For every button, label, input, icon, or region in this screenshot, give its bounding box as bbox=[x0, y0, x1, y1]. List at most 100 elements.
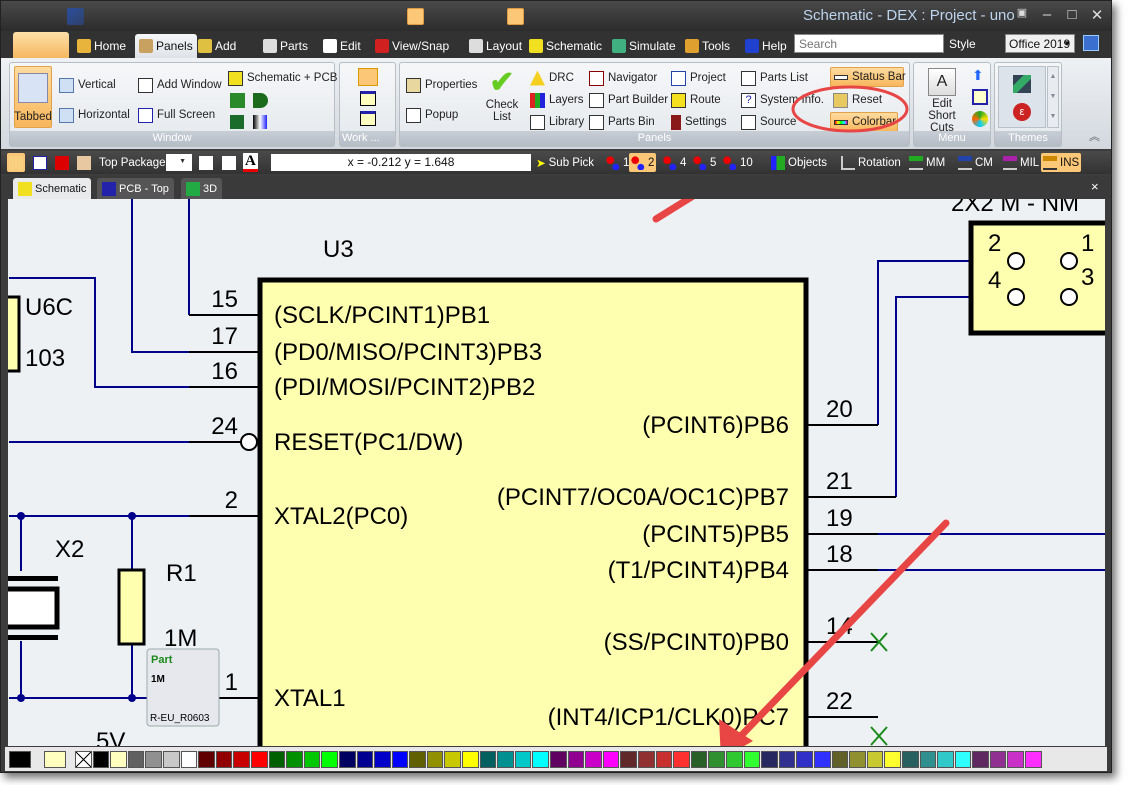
tab-help[interactable]: Help bbox=[741, 34, 791, 58]
color-swatch[interactable] bbox=[708, 750, 725, 768]
quick-access-icon[interactable] bbox=[287, 8, 304, 25]
tabbed-button[interactable]: Tabbed bbox=[14, 66, 52, 128]
system-info-button[interactable]: ? System Info. bbox=[738, 90, 827, 110]
color-swatch[interactable] bbox=[743, 750, 761, 768]
theme-gallery[interactable]: ε bbox=[998, 66, 1046, 128]
document-tab[interactable]: Schematic bbox=[13, 178, 92, 199]
source-button[interactable]: Source bbox=[738, 112, 799, 132]
grid-4-button[interactable]: 4 bbox=[661, 153, 688, 172]
background-color[interactable] bbox=[44, 750, 66, 768]
quick-access-icon[interactable] bbox=[487, 8, 504, 25]
quick-access-icon[interactable] bbox=[327, 8, 344, 25]
color-swatch[interactable] bbox=[831, 750, 849, 768]
quick-access-icon[interactable] bbox=[647, 8, 664, 25]
unit-cm-button[interactable]: CM bbox=[956, 153, 995, 172]
palette-icon[interactable] bbox=[972, 111, 988, 127]
workspace-1-icon[interactable] bbox=[358, 68, 378, 86]
fill-icon[interactable] bbox=[220, 153, 238, 172]
grid-10-button[interactable]: 10 bbox=[721, 153, 755, 172]
properties-button[interactable]: Properties bbox=[403, 75, 480, 95]
quick-access-icon[interactable] bbox=[467, 8, 484, 25]
comment-icon[interactable] bbox=[7, 153, 25, 172]
project-button[interactable]: Project bbox=[668, 68, 729, 88]
quick-access-icon[interactable] bbox=[507, 7, 524, 25]
color-swatch[interactable] bbox=[602, 750, 620, 768]
part-builder-button[interactable]: Part Builder bbox=[586, 90, 671, 110]
color-swatch[interactable] bbox=[638, 750, 655, 768]
brush-icon[interactable] bbox=[197, 153, 215, 172]
color-swatch[interactable] bbox=[567, 750, 585, 768]
grid-5-button[interactable]: 5 bbox=[691, 153, 718, 172]
edit-short-cuts-button[interactable]: A Edit Short Cuts bbox=[917, 68, 967, 134]
color-swatch[interactable] bbox=[233, 750, 250, 768]
workspace-3-icon[interactable] bbox=[360, 111, 376, 126]
color-swatch[interactable] bbox=[409, 750, 426, 768]
color-swatch[interactable] bbox=[268, 750, 286, 768]
color-swatch[interactable] bbox=[849, 750, 866, 768]
tab-view-snap[interactable]: View/Snap bbox=[371, 34, 453, 58]
rotation-button[interactable]: Rotation bbox=[839, 153, 903, 172]
color-swatch[interactable] bbox=[92, 750, 110, 768]
drc-button[interactable]: DRC bbox=[527, 68, 577, 88]
arrow-up-icon[interactable]: ⬆ bbox=[972, 67, 988, 83]
tab-tools[interactable]: Tools bbox=[681, 34, 734, 58]
color-swatch[interactable] bbox=[796, 750, 813, 768]
unit-mil-button[interactable]: MIL bbox=[1001, 153, 1041, 172]
workspace-2-icon[interactable] bbox=[360, 91, 376, 106]
no-color-swatch[interactable] bbox=[75, 750, 92, 768]
navigator-button[interactable]: Navigator bbox=[586, 68, 660, 88]
search-input[interactable] bbox=[794, 34, 944, 53]
quick-access-icon[interactable] bbox=[167, 8, 184, 25]
color-swatch[interactable] bbox=[426, 750, 444, 768]
color-swatch[interactable] bbox=[391, 750, 409, 768]
quick-access-icon[interactable] bbox=[127, 8, 144, 25]
tab-add[interactable]: Add bbox=[194, 34, 240, 58]
reset-button[interactable]: Reset bbox=[830, 90, 885, 110]
foreground-color[interactable] bbox=[9, 750, 31, 768]
color-swatch[interactable] bbox=[972, 750, 989, 768]
quick-access-icon[interactable] bbox=[447, 8, 464, 25]
pcb-view-icon[interactable] bbox=[230, 93, 245, 108]
color-swatch[interactable] bbox=[110, 750, 127, 768]
add-window-button[interactable]: Add Window bbox=[135, 75, 225, 95]
color-swatch[interactable] bbox=[374, 750, 391, 768]
quick-access-icon[interactable] bbox=[347, 8, 364, 25]
sub-pick-button[interactable]: ➤ Sub Pick bbox=[534, 153, 596, 172]
unit-ins-button[interactable]: INS bbox=[1041, 153, 1082, 172]
color-swatch[interactable] bbox=[180, 750, 198, 768]
tab-simulate[interactable]: Simulate bbox=[608, 34, 680, 58]
color-swatch[interactable] bbox=[655, 750, 673, 768]
quick-access-icon[interactable] bbox=[627, 8, 644, 25]
color-swatch[interactable] bbox=[198, 750, 215, 768]
tab-panels[interactable]: Panels bbox=[135, 34, 197, 58]
3d-view-icon[interactable] bbox=[230, 115, 244, 129]
r1-body[interactable] bbox=[117, 568, 146, 646]
settings-button[interactable]: Settings bbox=[668, 112, 730, 132]
color-swatch[interactable] bbox=[761, 750, 778, 768]
theme-icon[interactable] bbox=[1013, 75, 1031, 93]
quick-access-icon[interactable] bbox=[387, 8, 404, 25]
save-style-icon[interactable] bbox=[1083, 35, 1099, 51]
close-document-button[interactable]: × bbox=[1091, 179, 1099, 194]
minimize-button[interactable]: – bbox=[1036, 6, 1058, 23]
color-swatch[interactable] bbox=[286, 750, 303, 768]
color-swatch[interactable] bbox=[162, 750, 180, 768]
grid-1-button[interactable]: 1 bbox=[604, 153, 631, 172]
color-swatch[interactable] bbox=[884, 750, 901, 768]
color-swatch[interactable] bbox=[356, 750, 374, 768]
tab-parts[interactable]: Parts bbox=[259, 34, 312, 58]
tab-home[interactable]: Home bbox=[73, 34, 130, 58]
parts-bin-button[interactable]: Parts Bin bbox=[586, 112, 658, 132]
schematic-drawing[interactable]: U3 U6C 103 X2 R1 1M 5V 2X2 M - NM 2 1 4 … bbox=[8, 199, 1105, 746]
quick-access-icon[interactable] bbox=[407, 7, 424, 25]
quick-access-icon[interactable] bbox=[227, 8, 244, 25]
text-ab-icon[interactable] bbox=[31, 153, 49, 172]
color-swatch[interactable] bbox=[514, 750, 532, 768]
parts-list-button[interactable]: Parts List bbox=[738, 68, 811, 88]
library-button[interactable]: Library bbox=[527, 112, 587, 132]
quick-access-icon[interactable] bbox=[147, 8, 164, 25]
colorbar-button[interactable]: Colorbar bbox=[830, 112, 898, 132]
vertical-button[interactable]: Vertical bbox=[56, 75, 119, 95]
quick-access-icon[interactable] bbox=[307, 8, 324, 25]
color-swatch[interactable] bbox=[127, 750, 145, 768]
